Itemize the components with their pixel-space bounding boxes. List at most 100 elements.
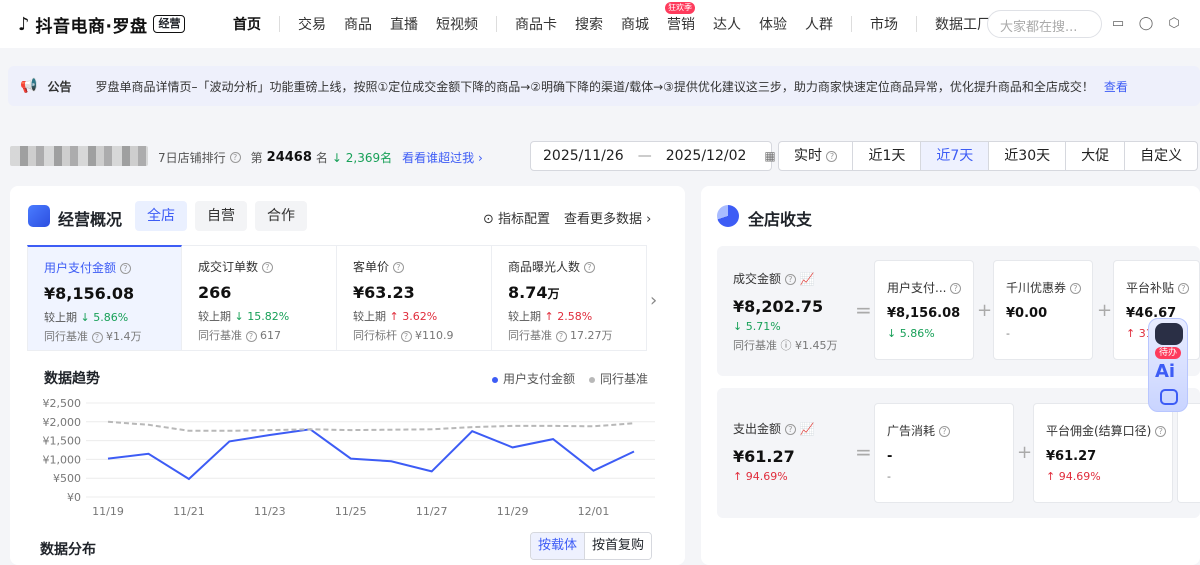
metric-card[interactable]: 商品曝光人数 ? 8.74万 较上期 ↑ 2.58% 同行基准 ? 17.27万 [492, 245, 647, 351]
nav-short-video[interactable]: 短视频 [436, 14, 478, 34]
announcement-link[interactable]: 查看 [1104, 78, 1128, 95]
todo-badge: 待办 [1155, 347, 1182, 359]
metric-base: ¥110.9 [415, 329, 454, 342]
logo[interactable]: ♪ 抖音电商·罗盘 经营 [18, 11, 186, 37]
range-1d[interactable]: 近1天 [853, 142, 922, 170]
metric-config-button[interactable]: ⊙ 指标配置 [483, 208, 550, 227]
metric-value: ¥63.23 [353, 283, 415, 302]
shop-rank: 7日店铺排行? 第 24468 名 ↓ 2,369名 看看谁超过我 › [158, 149, 483, 166]
tab-cooperation[interactable]: 合作 [255, 201, 307, 231]
calendar-icon[interactable]: ▦ [764, 149, 775, 163]
search-input[interactable]: 大家都在搜... [987, 10, 1102, 38]
monitor-icon[interactable]: ▭ [1110, 16, 1126, 32]
nav-live[interactable]: 直播 [390, 14, 418, 34]
trend-icon[interactable]: 📈 [800, 422, 815, 436]
help-icon[interactable]: ? [950, 283, 962, 294]
help-icon[interactable]: ? [1155, 426, 1167, 437]
rank-prefix: 第 [250, 151, 263, 165]
help-icon[interactable]: ? [784, 274, 796, 285]
x-tick-label: 12/01 [578, 505, 610, 518]
distribution-tabs: 按载体 按首复购 [530, 532, 653, 560]
expense-change: ↑ 94.69% [733, 470, 788, 483]
overview-title: 经营概况 [58, 210, 123, 229]
nav-data-factory[interactable]: 数据工厂 [935, 14, 991, 34]
help-icon[interactable]: ? [245, 330, 257, 342]
metric-card[interactable]: 用户支付金额 ? ¥8,156.08 较上期 ↓ 5.86% 同行基准 ? ¥1… [27, 245, 182, 351]
expense-item[interactable]: 广告消耗 ? - - [874, 403, 1014, 503]
view-more-link[interactable]: 查看更多数据 › [564, 208, 651, 227]
legend-item[interactable]: 同行基准 [589, 370, 648, 387]
date-start[interactable]: 2025/11/26 [543, 148, 624, 164]
metric-unit: 万 [547, 287, 560, 301]
nav-divider [279, 16, 280, 32]
range-custom[interactable]: 自定义 [1125, 142, 1197, 170]
item-label: 平台补贴 [1126, 281, 1175, 295]
nav-product-card[interactable]: 商品卡 [515, 14, 557, 34]
metric-card[interactable]: 客单价 ? ¥63.23 较上期 ↑ 3.62% 同行标杆 ? ¥110.9 [337, 245, 492, 351]
ai-assistant-widget[interactable]: 待办 Ai [1148, 318, 1188, 412]
nav-marketing[interactable]: 营销 狂欢季 [665, 2, 695, 34]
help-icon[interactable]: ? [400, 330, 412, 342]
nav-mall[interactable]: 商城 [621, 14, 649, 34]
y-tick-label: ¥2,000 [43, 416, 82, 429]
help-icon[interactable]: ? [826, 150, 838, 162]
nav-product[interactable]: 商品 [344, 14, 372, 34]
nav-search[interactable]: 搜索 [575, 14, 603, 34]
date-end[interactable]: 2025/12/02 [666, 148, 747, 164]
metric-compare-label: 较上期 [44, 311, 77, 324]
item-change: ↑ 94.69% [1046, 470, 1101, 483]
metric-base-label: 同行基准 [508, 329, 552, 342]
item-value: ¥0.00 [1006, 306, 1048, 321]
tab-self-operated[interactable]: 自营 [195, 201, 247, 231]
trend-line-chart[interactable]: ¥0 ¥500 ¥1,000 ¥1,500 ¥2,000 ¥2,500 11/19 11/21… [40, 392, 670, 522]
nav-audience[interactable]: 人群 [805, 14, 833, 34]
douyin-logo-icon: ♪ [18, 13, 30, 35]
range-realtime[interactable]: 实时 ? [779, 142, 854, 170]
nav-experience[interactable]: 体验 [759, 14, 787, 34]
expense-item[interactable]: 平台佣金(结算口径) ? ¥61.27 ↑ 94.69% [1033, 403, 1173, 503]
help-icon[interactable]: ? [229, 152, 241, 163]
help-icon[interactable]: ? [119, 263, 131, 274]
help-icon[interactable]: ? [91, 331, 103, 343]
nav-market[interactable]: 市场 [870, 14, 898, 34]
expense-summary: 支出金额 ? 📈 ¥61.27 ↑ 94.69% [733, 420, 815, 483]
help-icon[interactable]: ? [1177, 283, 1189, 294]
help-icon[interactable]: ? [583, 262, 595, 273]
range-7d[interactable]: 近7天 [921, 142, 990, 170]
help-icon[interactable]: ? [938, 426, 950, 437]
date-range-picker[interactable]: 2025/11/26 — 2025/12/02 ▦ [530, 141, 776, 171]
metric-card[interactable]: 成交订单数 ? 266 较上期 ↓ 15.82% 同行基准 ? 617 [182, 245, 337, 351]
legend-item[interactable]: 用户支付金额 [492, 370, 575, 387]
tab-by-carrier[interactable]: 按载体 [531, 533, 586, 559]
announcement-text: 罗盘单商品详情页–「波动分析」功能重磅上线，按照①定位成交金额下降的商品→②明确… [95, 79, 1094, 94]
income-value: ¥8,202.75 [733, 297, 824, 316]
item-change: - [887, 470, 891, 483]
metric-title: 商品曝光人数 [508, 260, 581, 274]
tab-all-store[interactable]: 全店 [135, 201, 187, 231]
income-item[interactable]: 千川优惠券 ? ¥0.00 - [993, 260, 1093, 360]
settings-icon[interactable]: ⬡ [1166, 16, 1182, 32]
rank-link[interactable]: 看看谁超过我 › [402, 149, 483, 166]
chevron-right-icon[interactable]: › [650, 290, 657, 311]
help-icon[interactable]: ? [784, 424, 796, 435]
help-icon[interactable]: ? [261, 262, 273, 273]
trend-icon[interactable]: 📈 [800, 272, 815, 286]
range-30d[interactable]: 近30天 [989, 142, 1067, 170]
legend-label: 用户支付金额 [503, 372, 576, 386]
y-tick-label: ¥0 [67, 491, 81, 504]
nav-trade[interactable]: 交易 [298, 14, 326, 34]
income-item[interactable]: 用户支付... ? ¥8,156.08 ↓ 5.86% [874, 260, 974, 360]
trend-title: 数据趋势 [44, 371, 100, 387]
help-icon[interactable]: ? [392, 262, 404, 273]
metric-base: 617 [260, 329, 281, 342]
pie-icon [717, 205, 739, 227]
tab-by-repurchase[interactable]: 按首复购 [585, 533, 652, 559]
help-icon[interactable]: ? [555, 330, 567, 342]
nav-home[interactable]: 首页 [233, 14, 261, 34]
help-icon[interactable]: ? [1069, 283, 1081, 294]
range-promo[interactable]: 大促 [1066, 142, 1126, 170]
user-icon[interactable]: ◯ [1138, 16, 1154, 32]
item-label: 千川优惠券 [1006, 281, 1067, 295]
nav-creator[interactable]: 达人 [713, 14, 741, 34]
ai-label: Ai [1155, 361, 1176, 382]
